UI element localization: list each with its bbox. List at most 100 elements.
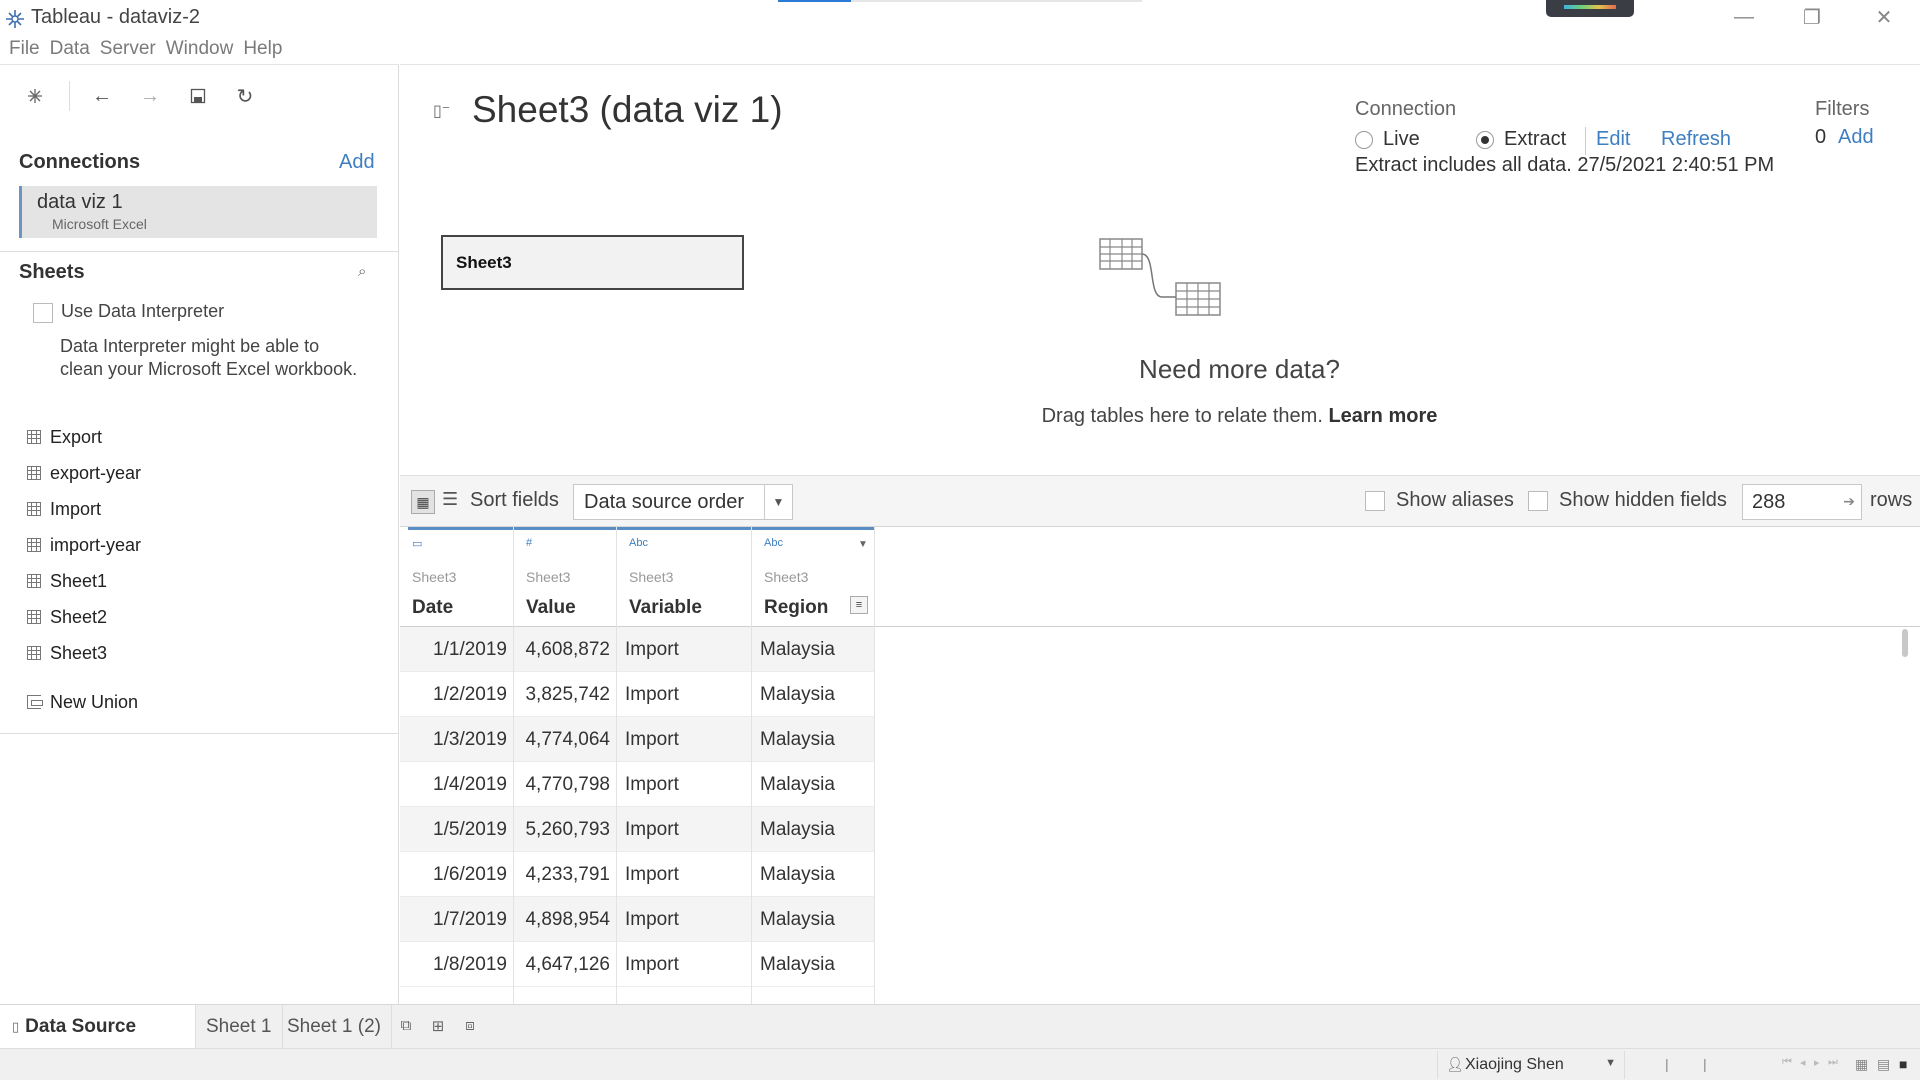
menu-server[interactable]: Server (91, 36, 156, 64)
string-icon[interactable]: Abc (629, 537, 648, 549)
column-name[interactable]: Region (764, 597, 828, 619)
recording-widget[interactable] (1546, 0, 1634, 17)
datasource-icon[interactable]: ▯⁻ (433, 101, 450, 121)
add-connection-link[interactable]: Add (339, 151, 375, 174)
list-view-icon[interactable]: ▤ (1877, 1056, 1890, 1073)
grid-view-icon[interactable]: ▦ (1855, 1056, 1868, 1073)
sheet-item-label: Export (50, 426, 103, 447)
divider (1585, 127, 1586, 155)
save-icon[interactable] (183, 81, 213, 111)
toolbar: ← → ↻ (0, 65, 399, 123)
minimize-button[interactable]: — (1715, 0, 1773, 34)
column-name[interactable]: Value (526, 597, 576, 619)
string-icon[interactable]: Abc (764, 537, 783, 549)
tableau-logo-icon[interactable] (20, 81, 50, 111)
new-worksheet-icon[interactable]: ⧉ (396, 1017, 416, 1037)
prev-page-icon[interactable]: ◂ (1800, 1056, 1806, 1069)
list-view-icon[interactable]: ☰ (442, 489, 458, 510)
table-card[interactable]: Sheet3 (441, 235, 744, 290)
data-interpreter-checkbox[interactable] (33, 303, 53, 323)
number-icon[interactable]: # (526, 537, 532, 549)
need-more-heading: Need more data? (1139, 354, 1340, 384)
progress-bar (778, 0, 1142, 2)
column-name[interactable]: Variable (629, 597, 702, 619)
connection-name: data viz 1 (37, 191, 123, 213)
menu-window[interactable]: Window (157, 36, 234, 64)
new-dashboard-icon[interactable]: ⊞ (428, 1017, 448, 1037)
sheet-item-sheet1[interactable]: Sheet1 (27, 567, 107, 595)
live-radio[interactable] (1355, 131, 1373, 149)
tab-label: Sheet 1 (206, 1015, 272, 1037)
connection-type: Microsoft Excel (52, 216, 147, 232)
tab-label: Sheet 1 (2) (287, 1015, 381, 1037)
show-hidden-fields-checkbox[interactable] (1528, 491, 1548, 511)
next-page-icon[interactable]: ▸ (1814, 1056, 1820, 1069)
vertical-scrollbar[interactable] (1902, 629, 1908, 657)
edit-link[interactable]: Edit (1596, 128, 1630, 151)
tab-data-source[interactable]: ▯ Data Source (0, 1005, 196, 1048)
first-page-icon[interactable]: ⏮ (1782, 1056, 1792, 1069)
user-menu[interactable]: 👤︎ Xiaojing Shen ▼ (1437, 1051, 1625, 1079)
menu-data[interactable]: Data (41, 36, 90, 64)
audio-level-bar (1564, 5, 1616, 9)
sort-icon[interactable]: ≡ (850, 596, 868, 614)
sheet-item-label: export-year (50, 462, 142, 483)
sheet-tab-strip: ▯ Data Source Sheet 1 Sheet 1 (2) ⧉ ⊞ ⧈ (0, 1004, 1920, 1048)
sheet-item-import-year[interactable]: import-year (27, 531, 141, 559)
filmstrip-view-icon[interactable]: ■ (1899, 1056, 1907, 1072)
close-button[interactable]: ✕ (1855, 0, 1913, 34)
page-title[interactable]: Sheet3 (data viz 1) (472, 89, 783, 131)
chevron-down-icon: ▼ (1605, 1057, 1616, 1069)
column-value[interactable]: # Sheet3 Value (514, 527, 617, 1004)
add-filter-link[interactable]: Add (1838, 126, 1874, 149)
title-bar: Tableau - dataviz-2 — ❐ ✕ (0, 0, 1920, 36)
column-variable[interactable]: Abc Sheet3 Variable (617, 527, 752, 1004)
sheet-item-label: Sheet2 (50, 606, 108, 627)
need-more-subtext: Drag tables here to relate them. Learn m… (400, 405, 1920, 428)
table-icon (27, 646, 41, 660)
filters-count: 0 (1815, 126, 1827, 148)
show-hidden-fields-label: Show hidden fields (1559, 489, 1727, 511)
rows-value: 288 (1752, 491, 1786, 513)
live-label: Live (1383, 128, 1420, 150)
last-page-icon[interactable]: ⏭ (1828, 1056, 1838, 1069)
sheet-item-import[interactable]: Import (27, 495, 101, 523)
extract-radio[interactable] (1476, 131, 1494, 149)
rows-input[interactable]: 288 ➔ (1742, 484, 1862, 520)
union-icon (27, 695, 43, 709)
arrow-right-icon[interactable]: ➔ (1843, 493, 1855, 510)
status-bar: 👤︎ Xiaojing Shen ▼ | | ⏮ ◂ ▸ ⏭ ▦ ▤ ■ (0, 1048, 1920, 1080)
sort-fields-select[interactable]: Data source order ▼ (573, 484, 793, 520)
search-icon[interactable]: ⌕ (358, 263, 366, 280)
refresh-icon[interactable]: ↻ (230, 81, 260, 111)
column-date[interactable]: ▭ Sheet3 Date (400, 527, 514, 1004)
learn-more-link[interactable]: Learn more (1328, 405, 1437, 427)
menu-file[interactable]: File (0, 36, 40, 64)
sort-fields-label: Sort fields (470, 489, 559, 511)
sheet-item-sheet3[interactable]: Sheet3 (27, 639, 107, 667)
grid-view-icon[interactable]: ▦ (411, 490, 435, 514)
sheet-item-export-year[interactable]: export-year (27, 459, 141, 487)
new-story-icon[interactable]: ⧈ (460, 1017, 480, 1037)
show-aliases-checkbox[interactable] (1365, 491, 1385, 511)
column-source: Sheet3 (764, 569, 809, 585)
refresh-link[interactable]: Refresh (1661, 128, 1731, 151)
chevron-down-icon[interactable]: ▼ (858, 539, 868, 550)
sheet-item-label: Import (50, 498, 102, 519)
left-pane: ← → ↻ Connections Add data viz 1 Microso… (0, 64, 399, 1004)
menu-help[interactable]: Help (234, 36, 282, 64)
table-icon (27, 574, 41, 588)
sheet-item-export[interactable]: Export (27, 423, 102, 451)
back-icon[interactable]: ← (87, 81, 117, 111)
data-interpreter-description: Data Interpreter might be able to clean … (60, 336, 358, 379)
sheet-item-sheet2[interactable]: Sheet2 (27, 603, 107, 631)
tab-sheet-1[interactable]: Sheet 1 (196, 1005, 283, 1048)
forward-icon[interactable]: → (135, 81, 165, 111)
date-icon[interactable]: ▭ (412, 537, 422, 550)
connection-item[interactable]: data viz 1 Microsoft Excel (19, 186, 377, 238)
sort-fields-value: Data source order (584, 491, 745, 513)
restore-button[interactable]: ❐ (1783, 0, 1841, 34)
tab-sheet-1-2[interactable]: Sheet 1 (2) (277, 1005, 392, 1048)
new-union-item[interactable]: New Union (27, 688, 138, 716)
column-name[interactable]: Date (412, 597, 453, 619)
